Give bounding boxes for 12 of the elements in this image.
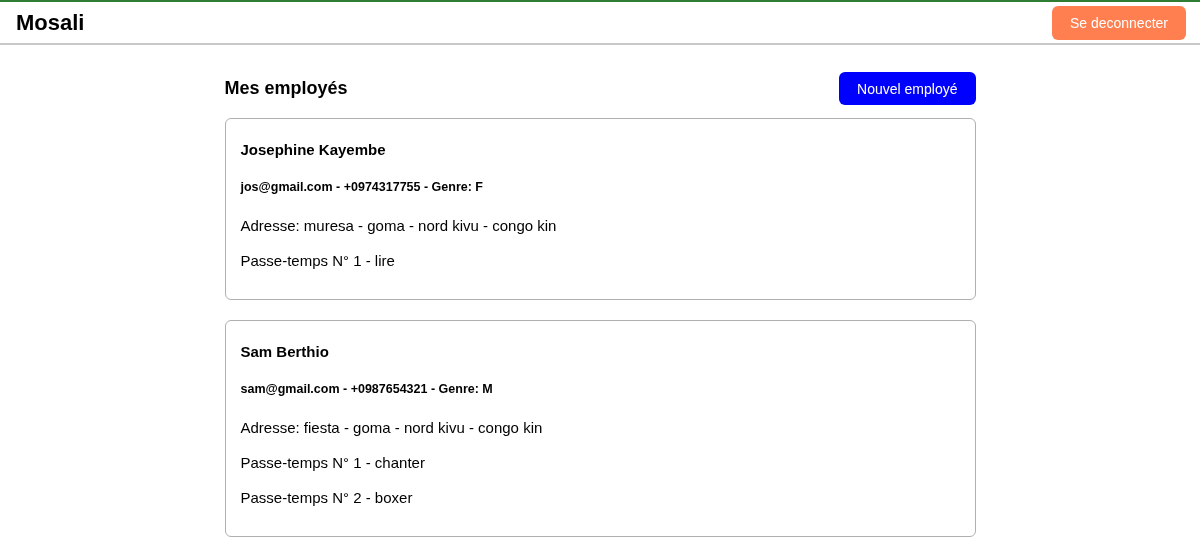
employee-contact: sam@gmail.com - +0987654321 - Genre: M bbox=[240, 381, 494, 398]
employee-address: Adresse: fiesta - goma - nord kivu - congo kin bbox=[240, 418, 544, 438]
employee-contact: jos@gmail.com - +0974317755 - Genre: F bbox=[240, 179, 484, 196]
employee-name: Josephine Kayembe bbox=[240, 140, 387, 160]
employee-hobby: Passe-temps N° 1 - chanter bbox=[240, 453, 426, 473]
employee-name: Sam Berthio bbox=[240, 342, 330, 362]
app-logo: Mosali bbox=[16, 9, 85, 37]
new-employee-button[interactable]: Nouvel employé bbox=[839, 72, 976, 105]
employee-hobby: Passe-temps N° 1 - lire bbox=[240, 251, 396, 271]
employee-address: Adresse: muresa - goma - nord kivu - congo kin bbox=[240, 216, 558, 236]
page-title: Mes employés bbox=[224, 77, 348, 100]
employee-hobby: Passe-temps N° 2 - boxer bbox=[240, 488, 414, 508]
